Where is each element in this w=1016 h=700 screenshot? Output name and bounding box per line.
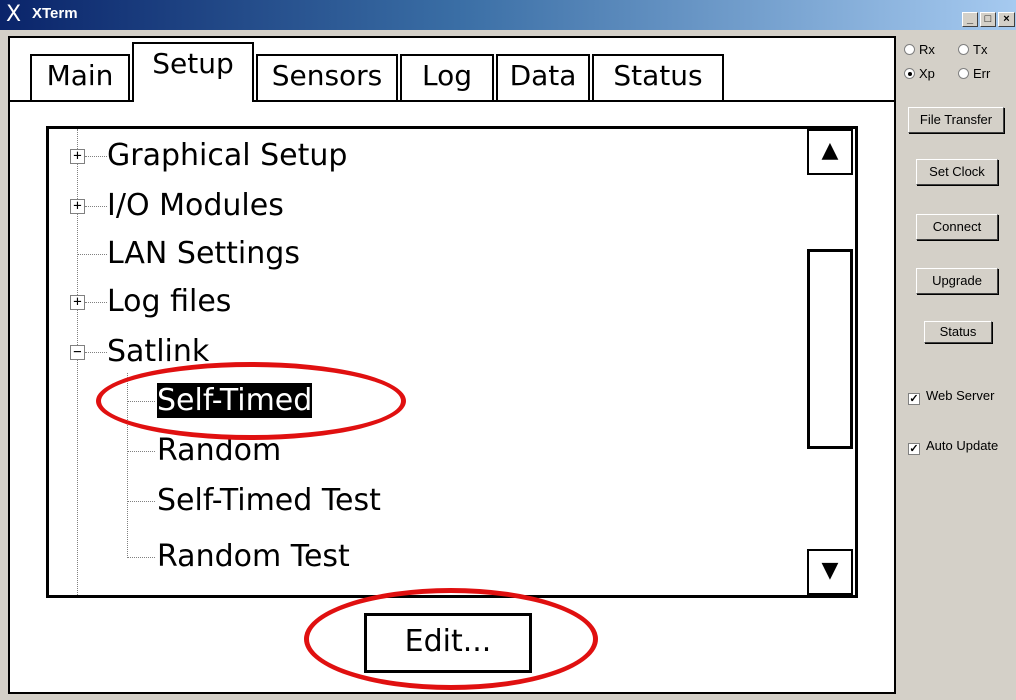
tree-item-io-modules[interactable]: I/O Modules <box>107 184 284 228</box>
tab-baseline <box>10 100 134 102</box>
tree-connector <box>85 352 107 353</box>
tree-item-satlink[interactable]: Satlink <box>107 330 209 374</box>
upgrade-button[interactable]: Upgrade <box>916 268 998 294</box>
setup-tree-view[interactable]: + + + − Graphical Setup I/O Modules LAN … <box>46 126 858 598</box>
radio-label: Xp <box>919 66 935 81</box>
radio-tx[interactable]: Tx <box>958 42 987 58</box>
checkbox-label: Auto Update <box>926 438 999 453</box>
tree-item-graphical-setup[interactable]: Graphical Setup <box>107 134 347 178</box>
radio-indicator <box>958 44 969 55</box>
tree-item-label: Graphical Setup <box>107 138 348 173</box>
radio-indicator <box>904 68 915 79</box>
scroll-down-arrow-icon[interactable]: ▼ <box>807 549 853 595</box>
radio-xp[interactable]: Xp <box>904 66 935 82</box>
radio-indicator <box>904 44 915 55</box>
status-button[interactable]: Status <box>924 321 992 343</box>
radio-indicator <box>958 68 969 79</box>
tree-item-self-timed-test[interactable]: Self-Timed Test <box>157 479 381 523</box>
tree-item-random-test[interactable]: Random Test <box>157 535 350 579</box>
tree-item-label: Random <box>157 433 282 468</box>
tab-main[interactable]: Main <box>30 54 130 102</box>
tab-sensors[interactable]: Sensors <box>256 54 398 102</box>
tree-connector <box>85 302 107 303</box>
connect-button[interactable]: Connect <box>916 214 998 240</box>
tab-status[interactable]: Status <box>592 54 724 102</box>
checkmark-icon: ✓ <box>908 443 920 455</box>
tree-connector <box>127 401 155 402</box>
title-bar[interactable]: X XTerm _ □ × <box>0 0 1016 30</box>
file-transfer-button[interactable]: File Transfer <box>908 107 1004 133</box>
set-clock-button[interactable]: Set Clock <box>916 159 998 185</box>
xterm-app-icon: X <box>6 2 22 27</box>
tree-item-log-files[interactable]: Log files <box>107 280 231 324</box>
window-title: XTerm <box>32 5 78 22</box>
radio-rx[interactable]: Rx <box>904 42 935 58</box>
tree-connector <box>85 206 107 207</box>
radio-label: Rx <box>919 42 935 57</box>
auto-update-checkbox[interactable]: ✓ Auto Update <box>908 438 998 455</box>
checkmark-icon: ✓ <box>908 393 920 405</box>
tree-item-self-timed[interactable]: Self-Timed <box>155 379 314 423</box>
tab-setup[interactable]: Setup <box>132 42 254 102</box>
tab-baseline <box>252 100 894 102</box>
tab-panel: Main Setup Sensors Log Data Status + + +… <box>8 36 896 694</box>
tree-connector <box>127 451 155 452</box>
tree-item-label: Satlink <box>107 334 210 369</box>
side-control-panel: Rx Tx Xp Err File Transfer Set Clock Con… <box>898 32 1016 700</box>
tree-item-label: Self-Timed <box>155 382 314 419</box>
tab-log[interactable]: Log <box>400 54 494 102</box>
tree-item-lan-settings[interactable]: LAN Settings <box>107 232 300 276</box>
web-server-checkbox[interactable]: ✓ Web Server <box>908 388 994 405</box>
radio-label: Err <box>973 66 991 81</box>
tree-connector <box>127 557 155 558</box>
tree-connector <box>77 254 107 255</box>
edit-button[interactable]: Edit... <box>364 613 532 673</box>
expand-icon[interactable]: + <box>70 295 85 310</box>
radio-err[interactable]: Err <box>958 66 990 82</box>
tab-data[interactable]: Data <box>496 54 590 102</box>
minimize-button[interactable]: _ <box>962 12 978 27</box>
tree-scrollbar[interactable]: ▲ ▼ <box>807 129 855 595</box>
tree-item-label: Self-Timed Test <box>157 483 381 518</box>
maximize-button[interactable]: □ <box>980 12 996 27</box>
tree-connector <box>127 501 155 502</box>
scroll-up-arrow-icon[interactable]: ▲ <box>807 129 853 175</box>
tree-item-label: Log files <box>107 284 232 319</box>
tree-item-label: LAN Settings <box>107 236 300 271</box>
tree-item-label: Random Test <box>157 539 350 574</box>
expand-icon[interactable]: + <box>70 149 85 164</box>
close-button[interactable]: × <box>998 12 1015 27</box>
radio-label: Tx <box>973 42 988 57</box>
scrollbar-thumb[interactable] <box>807 249 853 449</box>
expand-icon[interactable]: + <box>70 199 85 214</box>
tree-connector <box>85 156 107 157</box>
tree-item-label: I/O Modules <box>107 188 284 223</box>
tree-item-random[interactable]: Random <box>157 429 281 473</box>
collapse-icon[interactable]: − <box>70 345 85 360</box>
checkbox-label: Web Server <box>926 388 995 403</box>
